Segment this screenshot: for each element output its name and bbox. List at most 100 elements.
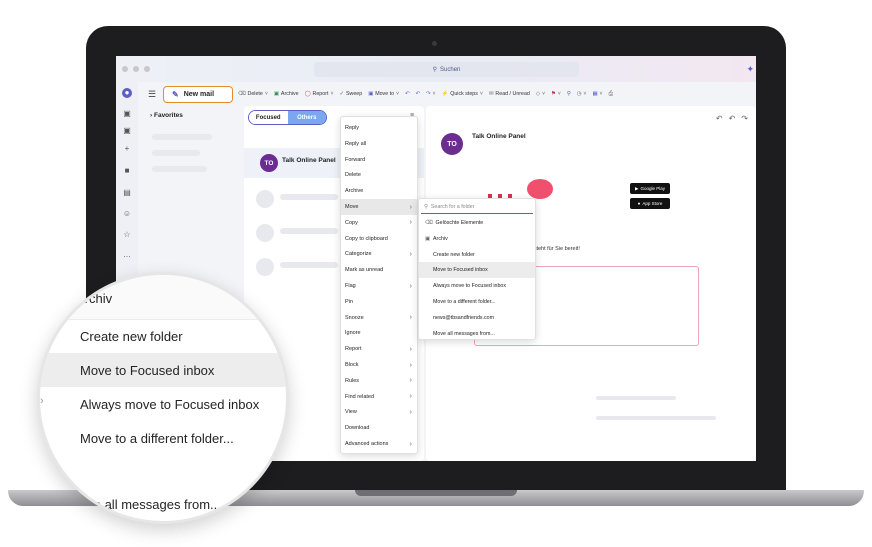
menu-item-label: Find related <box>345 393 375 400</box>
submenu-item[interactable]: ▣ Archiv <box>419 231 535 247</box>
new-mail-button[interactable]: ✎ New mail <box>163 86 233 103</box>
submenu-item-label: Move all messages from... <box>433 330 495 337</box>
mail-app-icon[interactable]: ● <box>122 88 132 98</box>
forward-icon[interactable]: ↷ ˅ <box>426 91 436 97</box>
favorites-header[interactable]: › Favorites <box>150 112 183 119</box>
people-icon[interactable]: ▣ <box>122 126 132 136</box>
submenu-item[interactable]: ⌫ Gelöschte Elemente <box>419 215 535 231</box>
placeholder-line <box>280 262 338 268</box>
menu-item[interactable]: Rules › <box>341 373 417 389</box>
menu-item-label: View <box>345 409 357 416</box>
menu-item-label: Flag <box>345 283 356 289</box>
calendar-icon[interactable]: ▣ <box>122 109 132 119</box>
menu-item-label: Delete <box>345 172 361 179</box>
menu-item[interactable]: View › <box>341 404 417 420</box>
submenu-item[interactable]: Create new folder <box>419 247 535 263</box>
submenu-item-label: news@tbsandfriends.com <box>433 314 495 321</box>
flag-icon[interactable]: ⚑ ˅ <box>551 91 561 97</box>
menu-item[interactable]: Block › <box>341 357 417 373</box>
delete-button[interactable]: ⌫ Delete ˅ <box>238 91 268 97</box>
search-icon: ⚲ <box>432 67 438 73</box>
tab-focused[interactable]: Focused <box>249 111 288 124</box>
placeholder-line <box>152 150 200 156</box>
sweep-button[interactable]: ✓ Sweep <box>340 91 363 97</box>
reply-icon[interactable]: ↶ <box>405 91 409 97</box>
laptop-hinge <box>355 490 517 496</box>
google-play-badge[interactable]: ▶ Google Play <box>630 183 670 194</box>
print-icon[interactable]: ⎙ <box>609 91 613 98</box>
menu-item[interactable]: Flag › <box>341 278 417 294</box>
submenu-item[interactable]: Move to a different folder... <box>419 294 535 310</box>
favorites-star-icon[interactable]: ☆ <box>122 230 132 240</box>
menu-item[interactable]: Archive <box>341 183 417 199</box>
pin-icon[interactable]: ⚲ <box>567 91 571 97</box>
window-controls[interactable] <box>122 66 150 72</box>
more-apps-icon[interactable]: … <box>122 250 132 260</box>
menu-item-label: Pin <box>345 298 353 305</box>
avatar: TO <box>260 154 278 172</box>
add-app-icon[interactable]: + <box>122 144 132 154</box>
menu-item[interactable]: Copy to clipboard <box>341 231 417 247</box>
hamburger-icon[interactable]: ☰ <box>148 89 156 100</box>
report-button[interactable]: ◯ Report ˅ <box>305 91 334 97</box>
read-unread-button[interactable]: ✉ Read / Unread <box>489 91 530 97</box>
submenu-item[interactable]: news@tbsandfriends.com <box>419 310 535 326</box>
tab-others[interactable]: Others <box>287 111 326 124</box>
folder-search-input[interactable]: ⚲ Search for a folder <box>421 201 533 214</box>
reply-all-icon[interactable]: ↶ <box>416 91 420 97</box>
groups-icon[interactable]: ☺ <box>122 209 132 219</box>
copilot-icon[interactable]: ✦ <box>746 64 754 75</box>
magnified-menu-item[interactable]: Create new folder <box>40 319 286 353</box>
menu-item[interactable]: Report › <box>341 341 417 357</box>
menu-item[interactable]: Download <box>341 420 417 436</box>
envelope-icon: ✉ <box>488 91 494 97</box>
menu-item[interactable]: Forward <box>341 152 417 168</box>
menu-item-label: Block <box>345 362 359 368</box>
quick-steps-button[interactable]: ⚡ Quick steps ˅ <box>442 91 483 97</box>
menu-item[interactable]: Advanced actions › <box>341 436 417 452</box>
tag-icon[interactable]: ◇ ˅ <box>536 91 545 97</box>
placeholder-line <box>280 194 338 200</box>
reply-all-icon[interactable]: ↶ <box>729 114 736 123</box>
magnified-menu-item[interactable]: ove all messages from... <box>40 487 286 521</box>
magnified-menu-item[interactable]: Always move to Focused inbox <box>40 387 286 421</box>
forward-icon[interactable]: ↷ <box>741 114 748 123</box>
submenu-item-label: Archiv <box>433 235 448 242</box>
menu-item[interactable]: Delete <box>341 167 417 183</box>
view-icon[interactable]: ▦ ˅ <box>593 91 603 97</box>
submenu-item-label: Always move to Focused inbox <box>433 283 507 290</box>
submenu-item[interactable]: Move to Focused inbox <box>419 262 535 279</box>
submenu-item[interactable]: Always move to Focused inbox <box>419 278 535 294</box>
magnified-menu-item[interactable]: Archiv <box>76 291 112 306</box>
move-to-button[interactable]: ▣ Move to ˅ <box>368 91 399 97</box>
menu-item[interactable]: Find related › <box>341 389 417 405</box>
menu-item[interactable]: Reply all <box>341 136 417 152</box>
trash-icon: ⌫ <box>238 91 246 97</box>
placeholder-line <box>596 396 676 400</box>
calendar2-icon[interactable]: ▤ <box>122 188 132 198</box>
reply-icon[interactable]: ↶ <box>716 114 723 123</box>
menu-item-label: Archive <box>345 188 364 195</box>
submenu-item[interactable]: Move all messages from... <box>419 326 535 342</box>
chevron-right-icon: › <box>409 203 412 211</box>
compose-icon: ✎ <box>172 90 179 99</box>
menu-item[interactable]: Snooze › <box>341 310 417 326</box>
menu-item[interactable]: Mark as unread <box>341 262 417 278</box>
brand-bubble-logo <box>527 179 553 199</box>
menu-item[interactable]: Categorize › <box>341 246 417 262</box>
menu-item[interactable]: Pin <box>341 294 417 310</box>
magnified-menu-item[interactable]: Move to a different folder... <box>40 421 286 455</box>
menu-item[interactable]: Ignore <box>341 325 417 341</box>
menu-item[interactable]: Reply <box>341 120 417 136</box>
move-submenu: ⚲ Search for a folder ⌫ Gelöschte Element… <box>418 198 536 340</box>
app-store-badge[interactable]: ● App Store <box>630 198 670 209</box>
apps-icon[interactable]: ■ <box>122 166 132 176</box>
snooze-icon[interactable]: ◷ ˅ <box>577 91 587 97</box>
magnified-menu-item[interactable]: Move to Focused inbox <box>40 353 286 387</box>
menu-item[interactable]: Copy › <box>341 215 417 231</box>
menu-item[interactable]: Move › <box>341 199 417 215</box>
menu-item-label: Move <box>345 204 359 210</box>
search-bar[interactable]: ⚲ Suchen <box>314 62 579 77</box>
magnifier: › Archiv Create new folder Move to Focused… <box>37 272 289 524</box>
archive-button[interactable]: ▣ Archive <box>274 91 299 97</box>
